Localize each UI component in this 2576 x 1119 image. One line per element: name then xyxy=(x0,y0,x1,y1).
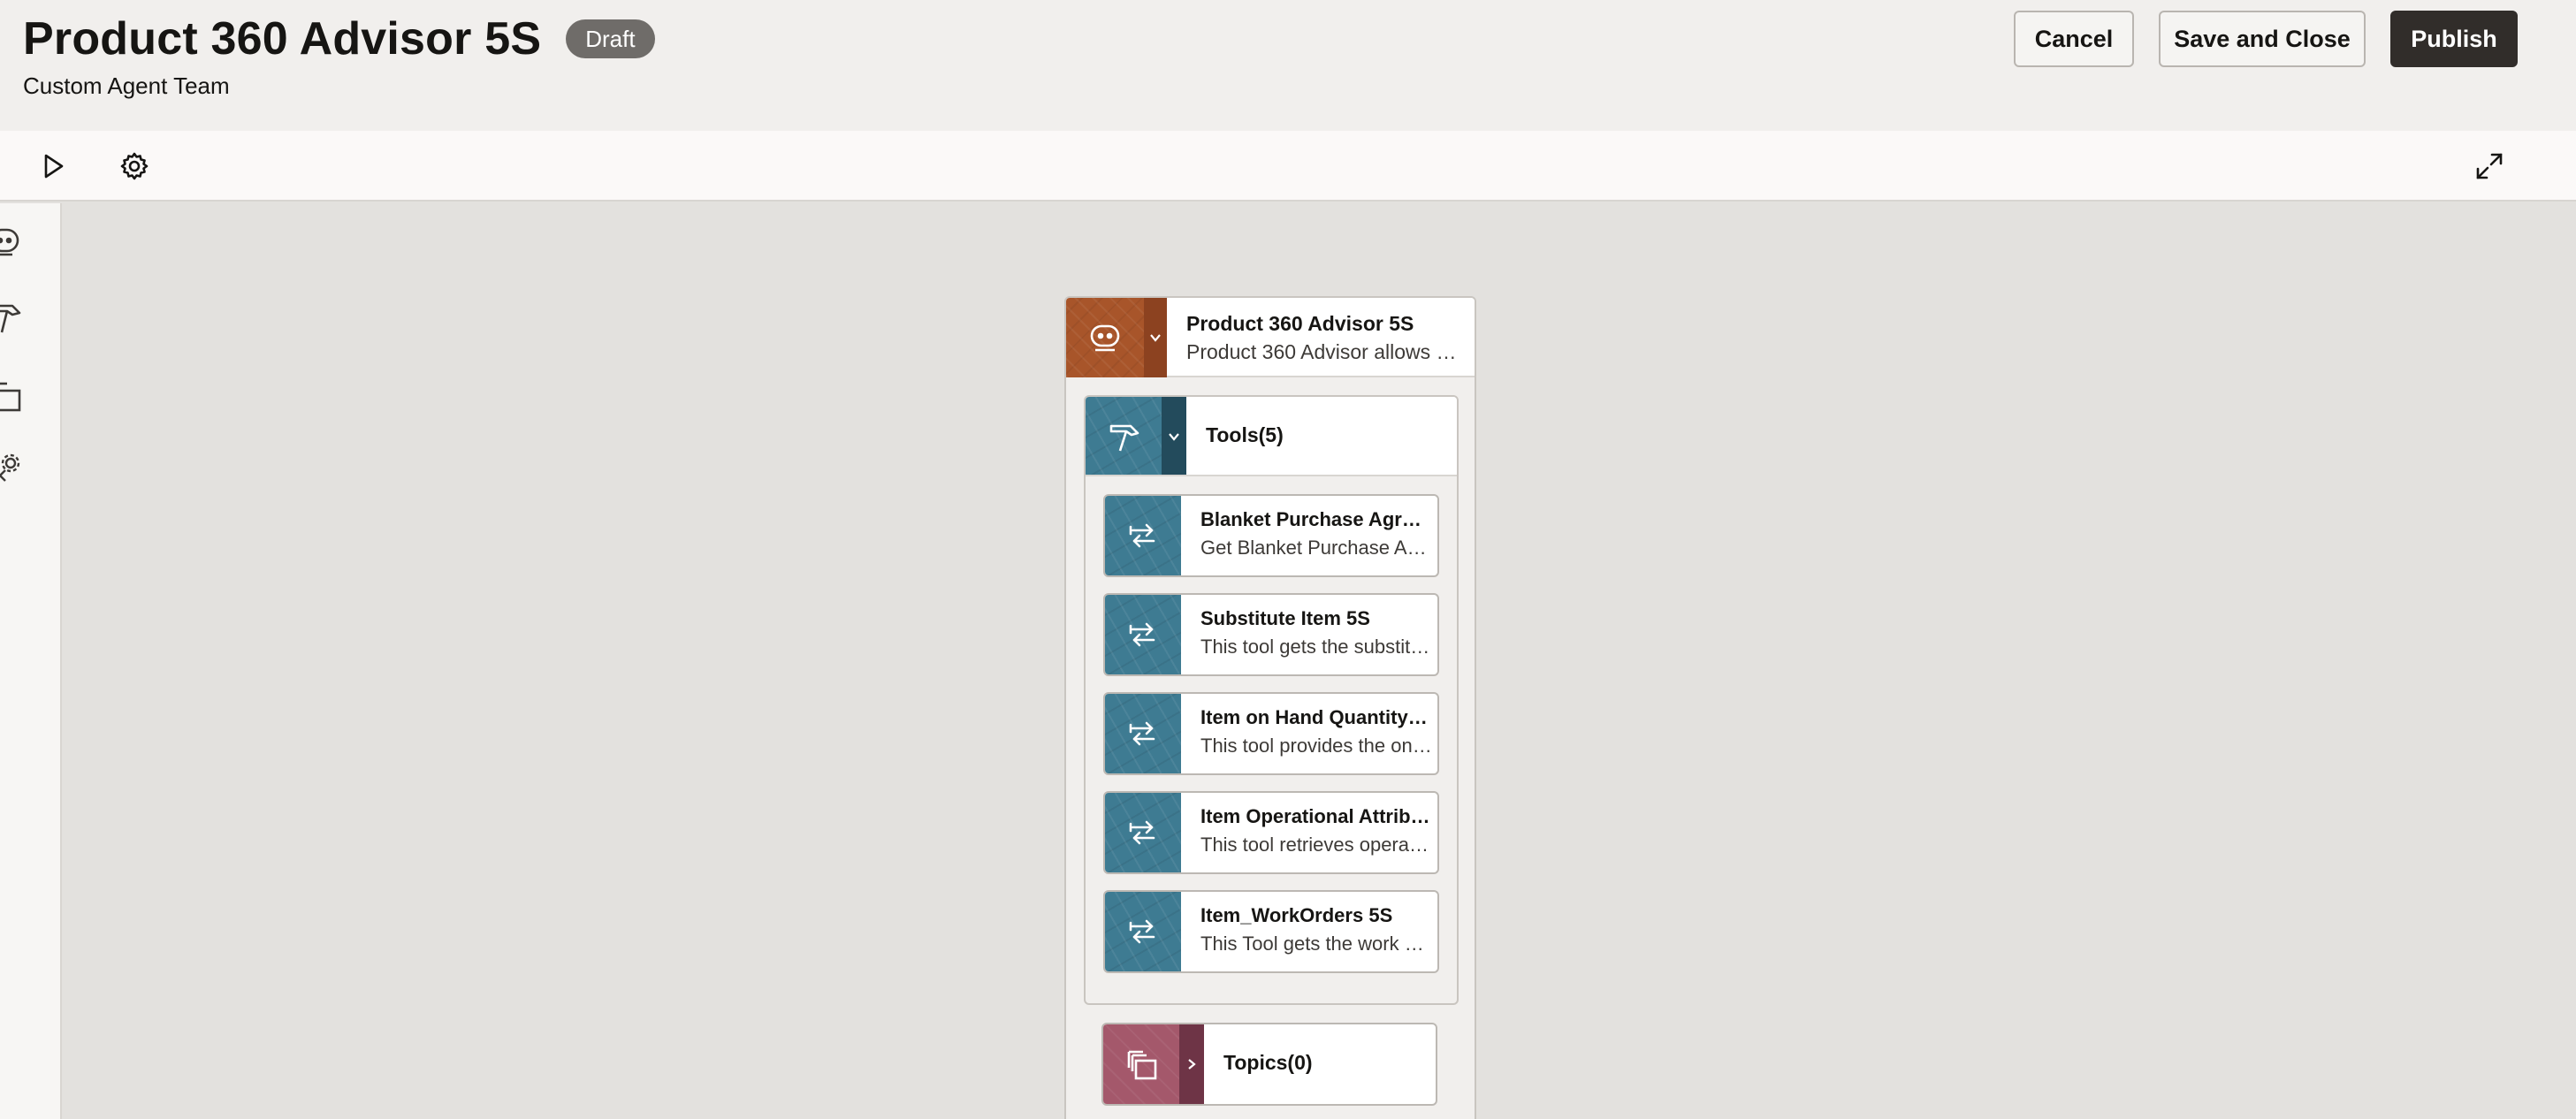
tool-item[interactable]: Substitute Item 5S This tool gets the su… xyxy=(1103,593,1439,676)
chevron-right-icon[interactable] xyxy=(1179,1024,1204,1104)
title-row: Product 360 Advisor 5S Draft xyxy=(23,12,655,65)
tool-item[interactable]: Blanket Purchase Agreements 5S Get Blank… xyxy=(1103,494,1439,577)
status-badge: Draft xyxy=(566,19,655,58)
topics-icon xyxy=(1103,1024,1179,1104)
topics-label: Topics(0) xyxy=(1223,1051,1313,1074)
save-and-close-button[interactable]: Save and Close xyxy=(2159,11,2366,67)
tool-item[interactable]: Item on Hand Quantity 5S This tool provi… xyxy=(1103,692,1439,775)
cancel-button[interactable]: Cancel xyxy=(2014,11,2134,67)
tool-name: Blanket Purchase Agreements 5S xyxy=(1200,508,1432,530)
hammer-icon xyxy=(1086,397,1162,475)
agent-icon xyxy=(1066,298,1144,377)
page-title: Product 360 Advisor 5S xyxy=(23,13,542,65)
agent-icon[interactable] xyxy=(0,223,25,262)
agent-name: Product 360 Advisor 5S xyxy=(1186,312,1414,335)
tool-name: Item on Hand Quantity 5S xyxy=(1200,706,1432,728)
canvas-toolbar xyxy=(0,131,2576,202)
tool-description: This tool provides the on hand quantity xyxy=(1200,735,1432,757)
chevron-down-icon[interactable] xyxy=(1162,397,1186,475)
tool-name: Substitute Item 5S xyxy=(1200,607,1370,629)
publish-button[interactable]: Publish xyxy=(2390,11,2518,67)
tool-description: Get Blanket Purchase Agreements xyxy=(1200,537,1432,559)
tool-arrows-icon xyxy=(1105,892,1181,971)
gear-icon[interactable] xyxy=(117,148,152,184)
tool-arrows-icon xyxy=(1105,793,1181,872)
tool-description: This tool gets the substitute items xyxy=(1200,636,1432,658)
play-icon[interactable] xyxy=(35,148,71,184)
tool-arrows-icon xyxy=(1105,595,1181,674)
tool-name: Item_WorkOrders 5S xyxy=(1200,904,1393,926)
expand-icon[interactable] xyxy=(2472,148,2507,184)
agent-card[interactable]: Product 360 Advisor 5S Product 360 Advis… xyxy=(1064,296,1476,1119)
tools-group-header[interactable]: Tools(5) xyxy=(1086,397,1457,476)
tools-label: Tools(5) xyxy=(1206,423,1284,446)
settings-icon[interactable] xyxy=(0,451,25,490)
page-subtitle: Custom Agent Team xyxy=(23,72,230,99)
left-rail xyxy=(0,203,62,1119)
tool-arrows-icon xyxy=(1105,496,1181,575)
page-header: Product 360 Advisor 5S Draft Custom Agen… xyxy=(0,0,2576,131)
tool-item[interactable]: Item Operational Attributes 5S This tool… xyxy=(1103,791,1439,874)
chevron-down-icon[interactable] xyxy=(1144,298,1167,377)
tools-group: Tools(5) Blanket Purchase Agreements 5S … xyxy=(1084,395,1459,1005)
tool-hammer-icon[interactable] xyxy=(0,299,25,338)
tool-name: Item Operational Attributes 5S xyxy=(1200,805,1432,827)
agent-description: Product 360 Advisor allows users to view… xyxy=(1186,340,1460,363)
topics-item[interactable]: Topics(0) xyxy=(1101,1023,1437,1106)
tool-description: This Tool gets the work orders xyxy=(1200,932,1432,955)
tool-arrows-icon xyxy=(1105,694,1181,773)
tool-item[interactable]: Item_WorkOrders 5S This Tool gets the wo… xyxy=(1103,890,1439,973)
topics-icon[interactable] xyxy=(0,377,25,415)
agent-card-header[interactable]: Product 360 Advisor 5S Product 360 Advis… xyxy=(1066,298,1475,377)
tool-description: This tool retrieves operational attribut… xyxy=(1200,834,1432,856)
